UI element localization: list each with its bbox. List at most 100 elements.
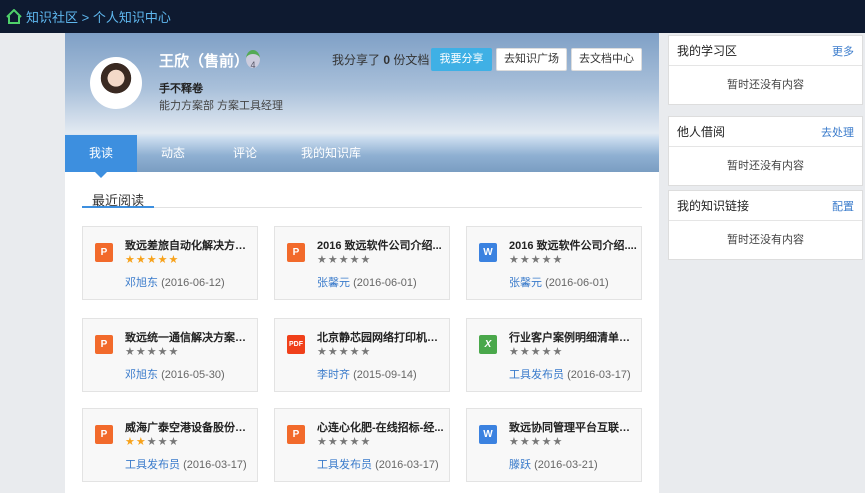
panel-header: 他人借阅 去处理 xyxy=(669,117,862,147)
document-meta: 张馨元 (2016-06-01) xyxy=(509,274,609,290)
author-link[interactable]: 工具发布员 xyxy=(317,459,372,471)
section-title-text: 最近阅读 xyxy=(82,190,155,208)
sidebar-panel: 我的知识链接 配置暂时还没有内容 xyxy=(668,190,863,260)
document-meta: 李时齐 (2015-09-14) xyxy=(317,366,417,382)
star-icon: ★ xyxy=(349,436,361,448)
document-title[interactable]: 致远差旅自动化解决方案... xyxy=(125,237,253,253)
share-suffix: 份文档 xyxy=(393,53,430,67)
document-card[interactable]: P 2016 致远软件公司介绍... ★★★★★ 张馨元 (2016-06-01… xyxy=(274,226,450,300)
author-link[interactable]: 工具发布员 xyxy=(509,369,564,381)
panel-action-link[interactable]: 更多 xyxy=(832,43,854,59)
star-icon: ★ xyxy=(530,436,542,448)
share-button[interactable]: 我要分享 xyxy=(431,48,492,71)
star-icon: ★ xyxy=(168,436,180,448)
doc-file-icon: W xyxy=(479,425,497,444)
star-icon: ★ xyxy=(327,254,339,266)
sidebar-panel: 他人借阅 去处理 暂时还没有内容 xyxy=(668,116,863,186)
ppt-file-icon: P xyxy=(95,335,113,354)
rating-stars: ★★★★★ xyxy=(125,345,179,358)
document-card[interactable]: W 致远协同管理平台互联网... ★★★★★ 滕跃 (2016-03-21) xyxy=(466,408,642,482)
star-icon: ★ xyxy=(509,254,520,266)
star-icon: ★ xyxy=(530,346,542,358)
author-link[interactable]: 滕跃 xyxy=(509,459,531,471)
panel-action-link[interactable]: 配置 xyxy=(832,198,854,214)
rating-stars: ★★★★★ xyxy=(317,435,371,448)
star-icon: ★ xyxy=(349,254,361,266)
star-icon: ★ xyxy=(157,346,169,358)
author-link[interactable]: 李时齐 xyxy=(317,369,350,381)
author-link[interactable]: 张馨元 xyxy=(509,277,542,289)
document-date: (2016-06-12) xyxy=(161,277,225,289)
share-count-text: 我分享了 0 份文档 xyxy=(332,51,429,68)
star-icon: ★ xyxy=(338,436,350,448)
document-card[interactable]: P 致远差旅自动化解决方案... ★★★★★ 邓旭东 (2016-06-12) xyxy=(82,226,258,300)
document-card[interactable]: P 致远统一通信解决方案（I... ★★★★★ 邓旭东 (2016-05-30) xyxy=(82,318,258,392)
panel-header: 我的知识链接 配置 xyxy=(669,191,862,221)
document-card[interactable]: W 2016 致远软件公司介绍.... ★★★★★ 张馨元 (2016-06-0… xyxy=(466,226,642,300)
doc-center-button[interactable]: 去文档中心 xyxy=(571,48,642,71)
document-meta: 工具发布员 (2016-03-17) xyxy=(509,366,631,382)
document-title[interactable]: 致远协同管理平台互联网... xyxy=(509,419,637,435)
author-link[interactable]: 工具发布员 xyxy=(125,459,180,471)
document-title[interactable]: 2016 致远软件公司介绍.... xyxy=(509,237,637,253)
document-card[interactable]: PDF 北京静芯园网络打印机安... ★★★★★ 李时齐 (2015-09-14… xyxy=(274,318,450,392)
main-content: 王欣（售前） 4 手不释卷 能力方案部 方案工具经理 我分享了 0 份文档 我要… xyxy=(65,33,659,493)
star-icon: ★ xyxy=(125,254,136,266)
panel-header: 我的学习区 更多 xyxy=(669,36,862,66)
star-icon: ★ xyxy=(349,346,361,358)
star-icon: ★ xyxy=(157,254,169,266)
home-icon[interactable] xyxy=(6,9,22,24)
tab-reading[interactable]: 我读 xyxy=(65,135,137,178)
star-icon: ★ xyxy=(541,254,553,266)
star-icon: ★ xyxy=(509,436,520,448)
rating-stars: ★★★★★ xyxy=(509,435,563,448)
panel-empty-text: 暂时还没有内容 xyxy=(727,234,804,246)
star-icon: ★ xyxy=(360,436,372,448)
knowledge-square-button[interactable]: 去知识广场 xyxy=(496,48,567,71)
author-link[interactable]: 邓旭东 xyxy=(125,277,158,289)
document-title[interactable]: 致远统一通信解决方案（I... xyxy=(125,329,253,345)
ppt-file-icon: P xyxy=(95,243,113,262)
document-date: (2015-09-14) xyxy=(353,369,417,381)
document-title[interactable]: 北京静芯园网络打印机安... xyxy=(317,329,445,345)
star-icon: ★ xyxy=(317,436,328,448)
user-name: 王欣（售前） xyxy=(159,53,250,70)
star-icon: ★ xyxy=(519,254,531,266)
star-icon: ★ xyxy=(541,346,553,358)
star-icon: ★ xyxy=(552,436,564,448)
breadcrumb-text[interactable]: 知识社区 > 个人知识中心 xyxy=(26,7,171,26)
author-link[interactable]: 张馨元 xyxy=(317,277,350,289)
rating-stars: ★★★★★ xyxy=(509,253,563,266)
star-icon: ★ xyxy=(125,436,136,448)
ppt-file-icon: P xyxy=(95,425,113,444)
document-card[interactable]: P 心连心化肥-在线招标-经... ★★★★★ 工具发布员 (2016-03-1… xyxy=(274,408,450,482)
star-icon: ★ xyxy=(135,254,147,266)
star-icon: ★ xyxy=(519,436,531,448)
breadcrumb: 知识社区 > 个人知识中心 xyxy=(0,0,865,33)
document-title[interactable]: 威海广泰空港设备股份有... xyxy=(125,419,253,435)
document-card[interactable]: X 行业客户案例明细清单V1... ★★★★★ 工具发布员 (2016-03-1… xyxy=(466,318,642,392)
document-card[interactable]: P 威海广泰空港设备股份有... ★★★★★ 工具发布员 (2016-03-17… xyxy=(82,408,258,482)
star-icon: ★ xyxy=(327,436,339,448)
document-title[interactable]: 心连心化肥-在线招标-经... xyxy=(317,419,445,435)
star-icon: ★ xyxy=(157,436,169,448)
panel-title: 他人借阅 xyxy=(677,125,726,139)
avatar[interactable] xyxy=(90,57,142,109)
tab-activity[interactable]: 动态 xyxy=(137,135,209,172)
star-icon: ★ xyxy=(541,436,553,448)
share-prefix: 我分享了 xyxy=(332,53,381,67)
star-icon: ★ xyxy=(146,254,158,266)
document-date: (2016-03-21) xyxy=(534,459,598,471)
panel-action-link[interactable]: 去处理 xyxy=(821,124,854,140)
star-icon: ★ xyxy=(125,346,136,358)
star-icon: ★ xyxy=(135,436,147,448)
rating-stars: ★★★★★ xyxy=(317,345,371,358)
tab-comments[interactable]: 评论 xyxy=(209,135,281,172)
star-icon: ★ xyxy=(146,436,158,448)
ppt-file-icon: P xyxy=(287,425,305,444)
document-title[interactable]: 行业客户案例明细清单V1... xyxy=(509,329,637,345)
tab-my-library[interactable]: 我的知识库 xyxy=(281,135,381,172)
author-link[interactable]: 邓旭东 xyxy=(125,369,158,381)
document-title[interactable]: 2016 致远软件公司介绍... xyxy=(317,237,445,253)
star-icon: ★ xyxy=(552,346,564,358)
